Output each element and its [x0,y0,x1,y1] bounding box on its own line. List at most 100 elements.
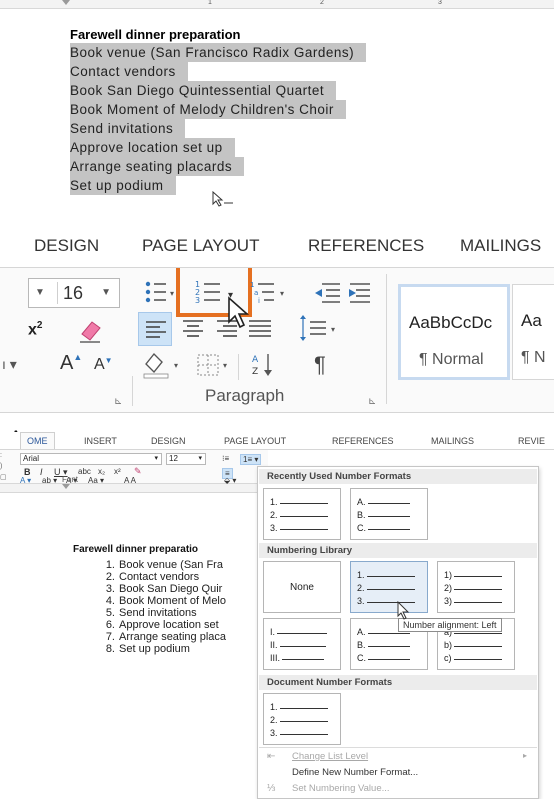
format-arabic-paren[interactable]: 1) 2) 3) [437,561,515,613]
chevron-down-icon[interactable]: ▾ [154,454,158,464]
increase-indent-icon [349,283,370,303]
font-size-combo[interactable]: ▼ 16 ▼ [28,278,120,308]
chevron-down-icon[interactable]: ▼ [101,287,111,298]
list-item[interactable]: Approve location set up [70,138,235,157]
list-item[interactable]: 2. Contact vendors [96,571,226,583]
font-size-value[interactable]: 12 [169,454,178,463]
tab-mailings[interactable]: MAILINGS [460,236,541,256]
ribbon-tabs: OME INSERT DESIGN PAGE LAYOUT REFERENCES… [0,432,554,451]
align-left-button[interactable] [138,312,172,346]
shrink-font-icon[interactable]: A▼ [94,356,113,374]
shading-icon[interactable]: ▾ [140,350,188,380]
borders-icon[interactable]: ▾ [194,352,234,378]
style-name: ¶ N [521,349,546,366]
tab-references[interactable]: REFERENCES [308,236,424,256]
align-center-icon[interactable] [176,312,210,346]
dialog-launcher-icon[interactable]: ⊾ [114,396,122,407]
ruler [0,484,268,493]
font-name-value[interactable]: Arial [23,454,39,463]
clipboard-edge: :) ▢ [0,452,7,481]
font-size-combo[interactable]: 12 ▾ [166,453,206,465]
chevron-down-icon[interactable]: ▾ [198,454,202,464]
ruler-top: 1 2 3 [0,0,554,9]
style-normal[interactable]: AaBbCcDc ¶ Normal [398,284,510,380]
tooltip: Number alignment: Left [398,618,502,632]
list-item[interactable]: 6. Approve location set [96,619,226,631]
tab-insert[interactable]: INSERT [84,436,117,446]
subscript-icon[interactable]: x₂ [98,467,105,476]
strikethrough-icon[interactable]: abc [78,467,91,476]
list-item[interactable]: 1. Book venue (San Fra [96,559,226,571]
chevron-right-icon: ▸ [522,751,527,760]
ribbon-tabs-zoomed: DESIGN PAGE LAYOUT REFERENCES MAILINGS [0,236,554,262]
numbering-button[interactable]: 1≡ ▾ [240,454,262,465]
indent-buttons[interactable] [312,280,378,306]
indent-marker[interactable] [62,0,70,5]
tab-design[interactable]: DESIGN [151,436,186,446]
tab-page-layout[interactable]: PAGE LAYOUT [224,436,286,446]
selected-list[interactable]: Book venue (San Francisco Radix Gardens)… [70,43,510,195]
style-sample: Aa [521,311,542,330]
indent-marker[interactable] [62,484,70,489]
format-none[interactable]: None [263,561,341,613]
numbered-list[interactable]: 1. Book venue (San Fra 2. Contact vendors … [96,559,226,655]
format-arabic-dot[interactable]: 1. 2. 3. [263,488,341,540]
mouse-pointer-icon [397,601,410,620]
menu-change-list-level[interactable]: ⇤ Change List Level ▸ [259,749,537,765]
document-heading: Farewell dinner preparatio [73,544,199,555]
text-cursor-icon [212,191,233,207]
format-arabic-dot[interactable]: 1. 2. 3. [350,561,428,613]
superscript-icon[interactable]: x2 [28,320,42,339]
paragraph-group-label: Paragraph [205,386,285,405]
font-size-value[interactable]: 16 [63,283,83,304]
dialog-launcher-icon[interactable]: ⊾ [368,396,376,407]
svg-text:Z: Z [252,367,258,377]
tab-review[interactable]: REVIE [518,436,545,446]
decrease-indent-icon [315,283,340,303]
sort-icon[interactable]: A Z [248,350,278,380]
chevron-down-icon[interactable]: ı ▾ [2,356,17,373]
numbering-dropdown: Recently Used Number Formats 1. 2. 3. A.… [257,466,539,799]
format-arabic-dot[interactable]: 1. 2. 3. [263,693,341,745]
list-item[interactable]: Arrange seating placards [70,157,245,176]
line-spacing-icon[interactable]: ▾ [294,314,340,344]
grow-font-icon[interactable]: A▲ [60,352,82,375]
mouse-pointer-icon [228,296,250,329]
section-recent-formats: Recently Used Number Formats [259,469,537,484]
format-upper-alpha-dot[interactable]: A. B. C. [350,488,428,540]
list-item[interactable]: 5. Send invitations [96,607,226,619]
multilevel-list-icon[interactable]: 1 a i ▾ [248,278,294,308]
chevron-down-icon[interactable]: ▼ [35,287,45,298]
tab-page-layout[interactable]: PAGE LAYOUT [142,236,259,256]
menu-define-new-number-format[interactable]: Define New Number Format... [259,765,537,781]
bullets-icon[interactable]: ⁝≡ [222,454,229,463]
list-item[interactable]: Book San Diego Quintessential Quartet [70,81,337,100]
list-item[interactable]: Contact vendors [70,62,188,81]
format-roman-dot[interactable]: I. II. III. [263,618,341,670]
numbering-value-icon: ⅓ [267,783,276,794]
svg-text:▾: ▾ [174,361,178,370]
list-item[interactable]: Book venue (San Francisco Radix Gardens) [70,43,367,62]
menu-set-numbering-value[interactable]: ⅓ Set Numbering Value... [259,781,537,797]
tab-mailings[interactable]: MAILINGS [431,436,474,446]
list-item[interactable]: Send invitations [70,119,186,138]
format-none-label: None [290,581,314,593]
svg-text:i: i [258,297,260,305]
show-formatting-marks-icon[interactable]: ¶ [314,352,326,378]
superscript-icon[interactable]: x² [114,467,121,476]
decrease-indent-icon: ⇤ [267,751,276,762]
list-item[interactable]: Set up podium [70,176,176,195]
list-item[interactable]: 4. Book Moment of Melo [96,595,226,607]
tab-references[interactable]: REFERENCES [332,436,394,446]
list-item[interactable]: Book Moment of Melody Children's Choir [70,100,346,119]
bullets-icon[interactable]: ▾ [138,278,178,308]
font-name-combo[interactable]: Arial ▾ [20,453,162,465]
style-no-spacing[interactable]: Aa ¶ N [512,284,554,380]
list-item[interactable]: 8. Set up podium [96,643,226,655]
list-item[interactable]: 7. Arrange seating placa [96,631,226,643]
list-item[interactable]: 3. Book San Diego Quir [96,583,226,595]
style-sample: AaBbCcDc [409,313,493,332]
tab-design[interactable]: DESIGN [34,236,99,256]
clear-formatting-icon[interactable] [76,318,104,346]
svg-text:▾: ▾ [223,361,227,370]
